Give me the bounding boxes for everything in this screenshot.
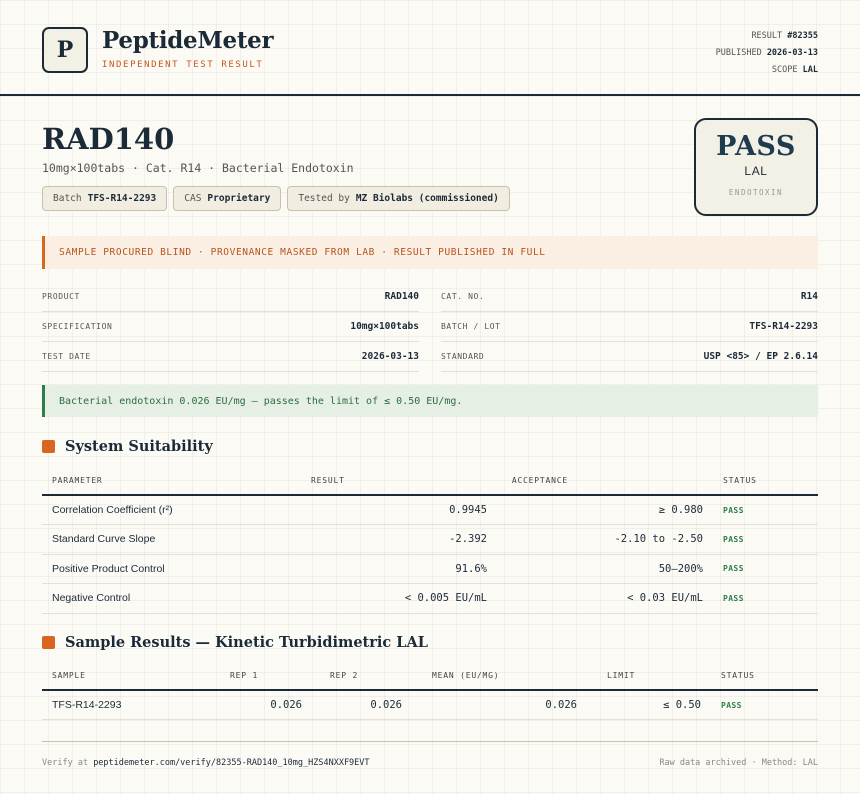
table-row: Standard Curve Slope -2.392 -2.10 to -2.… — [42, 524, 818, 555]
logo: P — [42, 27, 88, 73]
chip-batch: Batch TFS-R14-2293 — [42, 186, 168, 211]
col-parameter: PARAMETER — [42, 467, 301, 496]
footer-method: Raw data archived · Method: LAL — [659, 757, 818, 768]
section-marker-icon — [42, 636, 55, 649]
section-title: System Suitability — [65, 438, 213, 455]
report-meta: RESULT #82355 PUBLISHED 2026-03-13 SCOPE… — [716, 28, 818, 79]
product-chips: Batch TFS-R14-2293 CAS Proprietary Tested … — [42, 186, 510, 211]
conclusion-banner: Bacterial endotoxin 0.026 EU/mg — passes… — [42, 385, 818, 417]
brand-tagline: INDEPENDENT TEST RESULT — [102, 60, 264, 70]
spec-test-date: TEST DATE 2026-03-13 — [42, 342, 419, 372]
verify-line: Verify at peptidemeter.com/verify/82355-… — [42, 757, 370, 768]
meta-scope: SCOPE LAL — [771, 65, 818, 75]
col-acceptance: ACCEPTANCE — [497, 467, 713, 496]
col-limit: LIMIT — [587, 662, 711, 691]
status-badge: PASS — [711, 690, 818, 720]
table-row: Correlation Coefficient (r²) 0.9945 ≥ 0.… — [42, 495, 818, 525]
section-sample-results: Sample Results — Kinetic Turbidimetric L… — [42, 634, 428, 651]
section-system-suitability: System Suitability — [42, 438, 213, 455]
col-status: STATUS — [713, 467, 818, 496]
table-row: Positive Product Control 91.6% 50–200% P… — [42, 554, 818, 584]
chip-cas: CAS Proprietary — [173, 186, 282, 211]
col-mean: MEAN (EU/MG) — [412, 662, 587, 691]
meta-published: PUBLISHED 2026-03-13 — [715, 48, 818, 58]
table-header-row: SAMPLE REP 1 REP 2 MEAN (EU/MG) LIMIT ST… — [42, 662, 818, 691]
product-subtitle: 10mg×100tabs · Cat. R14 · Bacterial Endo… — [42, 161, 354, 175]
spec-cat-no: CAT. NO. R14 — [441, 282, 818, 312]
sample-results-table: SAMPLE REP 1 REP 2 MEAN (EU/MG) LIMIT ST… — [42, 662, 818, 720]
table-header-row: PARAMETER RESULT ACCEPTANCE STATUS — [42, 467, 818, 496]
brand-name: PeptideMeter — [102, 27, 274, 54]
section-marker-icon — [42, 440, 55, 453]
spec-specification: SPECIFICATION 10mg×100tabs — [42, 312, 419, 342]
report-header: P PeptideMeter INDEPENDENT TEST RESULT R… — [0, 0, 860, 96]
stamp-category: ENDOTOXIN — [728, 188, 784, 197]
col-result: RESULT — [301, 467, 497, 496]
product-title: RAD140 — [42, 122, 175, 156]
report-footer: Verify at peptidemeter.com/verify/82355-… — [42, 741, 818, 783]
chip-tested-by: Tested by MZ Biolabs (commissioned) — [287, 186, 510, 211]
status-badge: PASS — [713, 554, 818, 584]
col-rep2: REP 2 — [312, 662, 412, 691]
spec-standard: STANDARD USP <85> / EP 2.6.14 — [441, 342, 818, 372]
status-badge: PASS — [713, 583, 818, 614]
col-rep1: REP 1 — [212, 662, 312, 691]
pass-stamp: PASS LAL ENDOTOXIN — [694, 118, 818, 216]
table-row: Negative Control < 0.005 EU/mL < 0.03 EU… — [42, 583, 818, 614]
status-badge: PASS — [713, 495, 818, 525]
col-status: STATUS — [711, 662, 818, 691]
status-badge: PASS — [713, 524, 818, 555]
table-row: TFS-R14-2293 0.026 0.026 0.026 ≤ 0.50 PA… — [42, 690, 818, 720]
section-title: Sample Results — Kinetic Turbidimetric L… — [65, 634, 428, 651]
spec-product: PRODUCT RAD140 — [42, 282, 419, 312]
verify-link[interactable]: peptidemeter.com/verify/82355-RAD140_10m… — [93, 758, 369, 768]
spec-batch-lot: BATCH / LOT TFS-R14-2293 — [441, 312, 818, 342]
stamp-verdict: PASS — [716, 131, 796, 162]
stamp-scope: LAL — [744, 164, 768, 178]
suitability-table: PARAMETER RESULT ACCEPTANCE STATUS Corre… — [42, 467, 818, 614]
col-sample: SAMPLE — [42, 662, 212, 691]
logo-letter: P — [56, 37, 74, 63]
procurement-notice: SAMPLE PROCURED BLIND · PROVENANCE MASKE… — [42, 236, 818, 269]
meta-result: RESULT #82355 — [751, 31, 818, 41]
